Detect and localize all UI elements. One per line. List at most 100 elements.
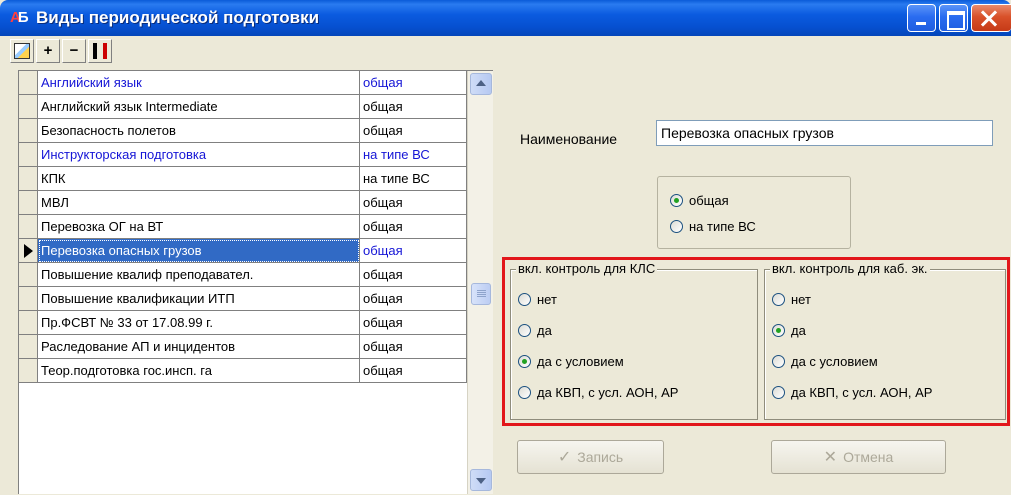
- name-label: Наименование: [520, 131, 618, 147]
- table-row[interactable]: Перевозка опасных грузов общая: [19, 239, 467, 263]
- cell-name[interactable]: КПК: [38, 167, 360, 191]
- radio-button[interactable]: [518, 355, 531, 368]
- row-indicator-arrow-icon[interactable]: [19, 239, 38, 263]
- radio-label: да с условием: [791, 354, 878, 369]
- kab-group-title: вкл. контроль для каб. эк.: [770, 261, 930, 276]
- grid-scrollbar[interactable]: [467, 71, 493, 494]
- training-types-grid[interactable]: Английский язык общая Английский язык Inte…: [18, 70, 493, 494]
- app-logo-letter-b: Б: [17, 9, 29, 26]
- cell-type[interactable]: общая: [360, 287, 467, 311]
- cancel-button[interactable]: ✕ Отмена: [771, 440, 946, 474]
- minimize-button[interactable]: [907, 4, 936, 32]
- close-button[interactable]: [971, 4, 1011, 32]
- table-row[interactable]: Перевозка ОГ на ВТ общая: [19, 215, 467, 239]
- scroll-thumb[interactable]: [471, 283, 491, 305]
- table-row[interactable]: Пр.ФСВТ № 33 от 17.08.99 г. общая: [19, 311, 467, 335]
- cell-type[interactable]: общая: [360, 335, 467, 359]
- klc-control-group: вкл. контроль для КЛС нет да да с условием…: [510, 261, 758, 420]
- move-icon: [93, 43, 107, 59]
- table-row[interactable]: Инструкторская подготовка на типе ВС: [19, 143, 467, 167]
- cell-name[interactable]: Раследование АП и инцидентов: [38, 335, 360, 359]
- radio-label: да КВП, с усл. АОН, АР: [791, 385, 933, 400]
- table-row[interactable]: МВЛ общая: [19, 191, 467, 215]
- table-row[interactable]: Теор.подготовка гос.инсп. га общая: [19, 359, 467, 383]
- cell-name[interactable]: Перевозка ОГ на ВТ: [38, 215, 360, 239]
- radio-button[interactable]: [772, 293, 785, 306]
- edit-button[interactable]: [10, 39, 34, 63]
- row-indicator[interactable]: [19, 287, 38, 311]
- cell-type[interactable]: общая: [360, 263, 467, 287]
- radio-label: да: [537, 323, 552, 338]
- table-row[interactable]: Повышение квалиф преподавател. общая: [19, 263, 467, 287]
- row-indicator[interactable]: [19, 263, 38, 287]
- row-indicator[interactable]: [19, 95, 38, 119]
- name-input[interactable]: [656, 120, 993, 146]
- table-row[interactable]: Английский язык общая: [19, 71, 467, 95]
- cell-type[interactable]: общая: [360, 191, 467, 215]
- radio-label: нет: [537, 292, 557, 307]
- row-indicator[interactable]: [19, 71, 38, 95]
- radio-label: да КВП, с усл. АОН, АР: [537, 385, 679, 400]
- cell-type[interactable]: общая: [360, 71, 467, 95]
- window-title: Виды периодической подготовки: [36, 8, 320, 27]
- toolbar: + −: [10, 38, 180, 64]
- table-row[interactable]: Раследование АП и инцидентов общая: [19, 335, 467, 359]
- radio-button[interactable]: [772, 386, 785, 399]
- radio-label: да с условием: [537, 354, 624, 369]
- cell-name[interactable]: Английский язык Intermediate: [38, 95, 360, 119]
- cell-name[interactable]: Английский язык: [38, 71, 360, 95]
- radio-button[interactable]: [518, 324, 531, 337]
- main-window: АБ Виды периодической подготовки + − Анг…: [0, 0, 1011, 495]
- cell-type[interactable]: общая: [360, 215, 467, 239]
- row-indicator[interactable]: [19, 167, 38, 191]
- cell-name[interactable]: Повышение квалиф преподавател.: [38, 263, 360, 287]
- cell-name[interactable]: Перевозка опасных грузов: [38, 239, 360, 263]
- cell-name[interactable]: Повышение квалификации ИТП: [38, 287, 360, 311]
- row-indicator[interactable]: [19, 215, 38, 239]
- radio-button[interactable]: [670, 194, 683, 207]
- cell-type[interactable]: на типе ВС: [360, 143, 467, 167]
- radio-button[interactable]: [518, 293, 531, 306]
- row-indicator[interactable]: [19, 311, 38, 335]
- cell-name[interactable]: Пр.ФСВТ № 33 от 17.08.99 г.: [38, 311, 360, 335]
- cell-name[interactable]: Теор.подготовка гос.инсп. га: [38, 359, 360, 383]
- radio-button[interactable]: [518, 386, 531, 399]
- cell-type[interactable]: общая: [360, 95, 467, 119]
- radio-label: нет: [791, 292, 811, 307]
- cell-type[interactable]: общая: [360, 119, 467, 143]
- title-bar[interactable]: АБ Виды периодической подготовки: [0, 0, 1011, 36]
- save-button[interactable]: ✓ Запись: [517, 440, 664, 474]
- cell-type[interactable]: на типе ВС: [360, 167, 467, 191]
- cell-name[interactable]: МВЛ: [38, 191, 360, 215]
- maximize-button[interactable]: [939, 4, 968, 32]
- edit-document-icon: [14, 43, 30, 59]
- row-indicator[interactable]: [19, 143, 38, 167]
- table-row[interactable]: Повышение квалификации ИТП общая: [19, 287, 467, 311]
- scroll-up-button[interactable]: [470, 73, 492, 95]
- row-indicator[interactable]: [19, 335, 38, 359]
- table-row[interactable]: КПК на типе ВС: [19, 167, 467, 191]
- radio-button[interactable]: [670, 220, 683, 233]
- cell-type[interactable]: общая: [360, 239, 467, 263]
- radio-button[interactable]: [772, 324, 785, 337]
- table-row[interactable]: Безопасность полетов общая: [19, 119, 467, 143]
- add-button[interactable]: +: [36, 39, 60, 63]
- radio-label: да: [791, 323, 806, 338]
- app-logo-icon: АБ: [10, 8, 32, 28]
- scroll-down-button[interactable]: [470, 469, 492, 491]
- plus-icon: +: [43, 42, 53, 59]
- radio-button[interactable]: [772, 355, 785, 368]
- save-label: Запись: [577, 449, 624, 465]
- row-indicator[interactable]: [19, 119, 38, 143]
- cell-name[interactable]: Безопасность полетов: [38, 119, 360, 143]
- cell-type[interactable]: общая: [360, 359, 467, 383]
- table-row[interactable]: Английский язык Intermediate общая: [19, 95, 467, 119]
- move-button[interactable]: [88, 39, 112, 63]
- cell-name[interactable]: Инструкторская подготовка: [38, 143, 360, 167]
- remove-button[interactable]: −: [62, 39, 86, 63]
- cancel-label: Отмена: [843, 449, 894, 465]
- row-indicator[interactable]: [19, 359, 38, 383]
- cell-type[interactable]: общая: [360, 311, 467, 335]
- row-indicator[interactable]: [19, 191, 38, 215]
- type-radio-group: общая на типе ВС: [657, 176, 851, 249]
